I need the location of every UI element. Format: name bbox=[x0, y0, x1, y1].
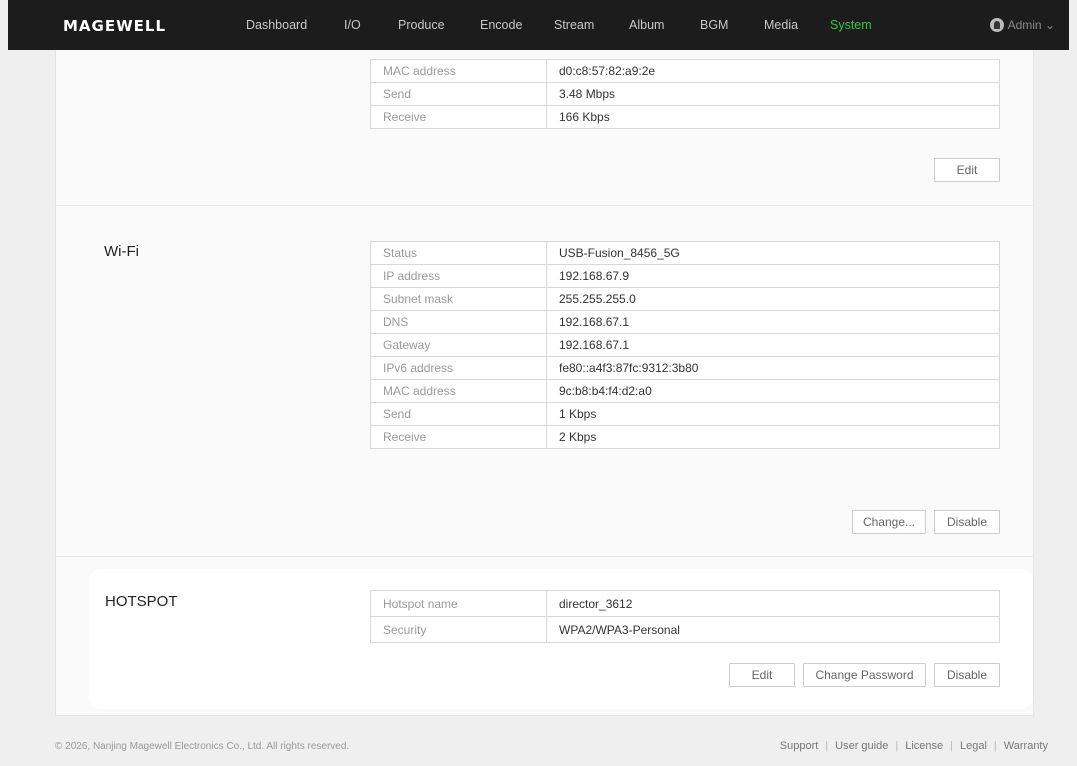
table-row: Receive 166 Kbps bbox=[370, 105, 1000, 129]
nav-dashboard[interactable]: Dashboard bbox=[246, 0, 307, 50]
table-row: DNS 192.168.67.1 bbox=[370, 310, 1000, 334]
footer-link-license[interactable]: License bbox=[905, 740, 943, 752]
wifi-section-title: Wi-Fi bbox=[104, 243, 139, 260]
footer-separator: | bbox=[993, 740, 997, 752]
top-navigation-bar: MAGEWELL Dashboard I/O Produce Encode St… bbox=[8, 0, 1069, 50]
table-row: Gateway 192.168.67.1 bbox=[370, 333, 1000, 357]
copyright-text: © 2026, Nanjing Magewell Electronics Co.… bbox=[55, 741, 350, 752]
table-row: IPv6 address fe80::a4f3:87fc:9312:3b80 bbox=[370, 356, 1000, 380]
table-row: Receive 2 Kbps bbox=[370, 425, 1000, 449]
hotspot-disable-button[interactable]: Disable bbox=[934, 663, 1000, 687]
table-row: Send 1 Kbps bbox=[370, 402, 1000, 426]
table-row: Hotspot name director_3612 bbox=[370, 590, 1000, 617]
wifi-info-table: Status USB-Fusion_8456_5G IP address 192.1… bbox=[370, 241, 1000, 449]
nav-produce[interactable]: Produce bbox=[398, 0, 445, 50]
footer-link-user-guide[interactable]: User guide bbox=[835, 740, 888, 752]
ethernet-edit-button[interactable]: Edit bbox=[934, 158, 1000, 182]
footer-link-support[interactable]: Support bbox=[780, 740, 819, 752]
user-name: Admin bbox=[1007, 18, 1042, 32]
nav-stream[interactable]: Stream bbox=[554, 0, 594, 50]
user-avatar-icon bbox=[989, 18, 1004, 32]
nav-io[interactable]: I/O bbox=[344, 0, 361, 50]
wifi-disable-button[interactable]: Disable bbox=[934, 510, 1000, 534]
footer-separator: | bbox=[950, 740, 953, 752]
table-row: MAC address 9c:b8:b4:f4:d2:a0 bbox=[370, 379, 1000, 403]
hotspot-edit-button[interactable]: Edit bbox=[729, 663, 795, 687]
footer-link-legal[interactable]: Legal bbox=[960, 740, 987, 752]
table-row: Status USB-Fusion_8456_5G bbox=[370, 241, 1000, 265]
user-menu[interactable]: Admin ⌄ bbox=[989, 0, 1055, 50]
hotspot-info-table: Hotspot name director_3612 Security WPA2/W… bbox=[370, 590, 1000, 643]
table-row: Security WPA2/WPA3-Personal bbox=[370, 616, 1000, 643]
table-row: Send 3.48 Mbps bbox=[370, 82, 1000, 106]
nav-media[interactable]: Media bbox=[764, 0, 798, 50]
footer-link-warranty[interactable]: Warranty bbox=[1004, 740, 1048, 752]
ethernet-info-table: MAC address d0:c8:57:82:a9:2e Send 3.48 Mb… bbox=[370, 59, 1000, 129]
nav-encode[interactable]: Encode bbox=[480, 0, 522, 50]
footer-separator: | bbox=[825, 740, 829, 752]
nav-bgm[interactable]: BGM bbox=[700, 0, 728, 50]
footer-links: Support | User guide | License | Legal | Warrant… bbox=[780, 740, 1048, 752]
hotspot-section-title: HOTSPOT bbox=[105, 593, 178, 610]
section-divider bbox=[55, 205, 1034, 206]
wifi-change-button[interactable]: Change... bbox=[852, 510, 926, 534]
table-row: Subnet mask 255.255.255.0 bbox=[370, 287, 1000, 311]
section-divider bbox=[55, 556, 1034, 557]
table-row: IP address 192.168.67.9 bbox=[370, 264, 1000, 288]
change-password-button[interactable]: Change Password bbox=[803, 663, 926, 687]
footer-separator: | bbox=[895, 740, 899, 752]
nav-system[interactable]: System bbox=[830, 0, 872, 50]
chevron-down-icon: ⌄ bbox=[1044, 18, 1055, 32]
table-row: MAC address d0:c8:57:82:a9:2e bbox=[370, 59, 1000, 83]
magewell-logo[interactable]: MAGEWELL bbox=[63, 17, 166, 35]
nav-album[interactable]: Album bbox=[629, 0, 664, 50]
